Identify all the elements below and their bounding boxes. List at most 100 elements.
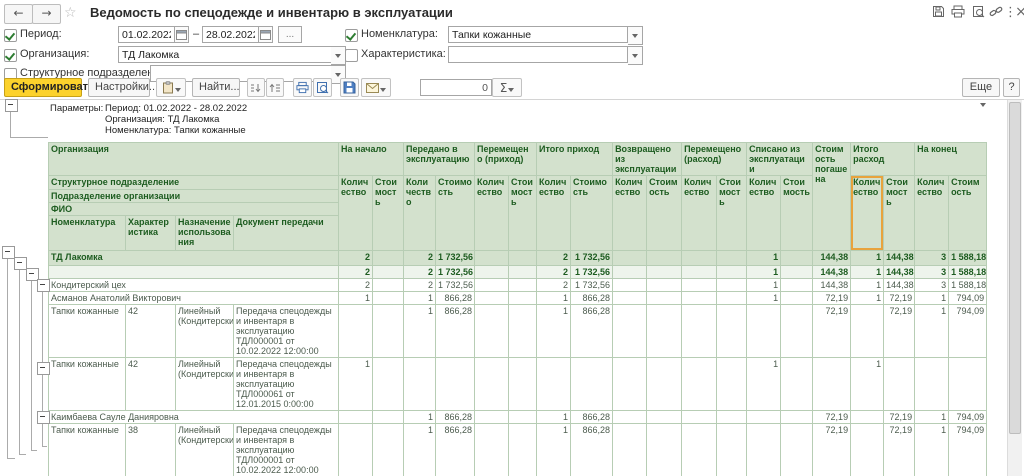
cell-en_s[interactable]: 794,09 (949, 292, 987, 305)
cell-en_q[interactable]: 1 (915, 411, 949, 424)
col-header-ex_q[interactable]: Количество (851, 176, 884, 251)
col-header-in_s[interactable]: Стоимость (571, 176, 613, 251)
cell-ex_s[interactable]: 72,19 (884, 292, 915, 305)
cell-nb_q[interactable] (339, 305, 373, 358)
cell-tr_s[interactable]: 866,28 (436, 292, 475, 305)
more-actions-button[interactable]: Еще (962, 78, 1000, 97)
cell-rt_s[interactable] (647, 292, 682, 305)
cell-dim-1[interactable]: 42 (126, 305, 176, 358)
cell-mo_q[interactable] (682, 266, 717, 279)
cell-mo_q[interactable] (682, 292, 717, 305)
cell-mi_s[interactable] (509, 292, 537, 305)
cell-rt_q[interactable] (613, 305, 647, 358)
collapse-groups-button[interactable] (247, 78, 265, 97)
col-header-dim-0[interactable]: Номенклатура (49, 216, 126, 251)
cell-tr_s[interactable]: 1 732,56 (436, 266, 475, 279)
cell-en_q[interactable] (915, 358, 949, 411)
cell-tr_q[interactable]: 1 (404, 411, 436, 424)
cell-rt_q[interactable] (613, 411, 647, 424)
help-button[interactable]: ? (1003, 78, 1020, 97)
col-header-sub-0[interactable]: Структурное подразделение (49, 176, 339, 190)
cell-in_q[interactable]: 1 (537, 292, 571, 305)
cell-en_s[interactable]: 1 588,18 (949, 279, 987, 292)
cell-mo_q[interactable] (682, 251, 717, 266)
cell-nb_s[interactable] (373, 411, 404, 424)
clipboard-menu-button[interactable] (156, 78, 186, 97)
cell-mi_s[interactable] (509, 411, 537, 424)
cell-mi_s[interactable] (509, 358, 537, 411)
cell-ex_q[interactable]: 1 (851, 292, 884, 305)
characteristic-input[interactable] (448, 46, 628, 63)
period-more-button[interactable]: ... (278, 26, 302, 43)
cell-wo_s[interactable] (781, 411, 813, 424)
print-button[interactable] (950, 5, 966, 21)
cell-rep[interactable]: 144,38 (813, 279, 851, 292)
cell-rt_q[interactable] (613, 279, 647, 292)
cell-wo_s[interactable] (781, 266, 813, 279)
organization-input[interactable] (118, 46, 332, 63)
cell-en_s[interactable]: 1 588,18 (949, 251, 987, 266)
cell-nb_q[interactable]: 1 (339, 358, 373, 411)
cell-mi_s[interactable] (509, 305, 537, 358)
cell-in_s[interactable]: 866,28 (571, 305, 613, 358)
cell-rep[interactable]: 72,19 (813, 305, 851, 358)
cell-rep[interactable]: 72,19 (813, 424, 851, 476)
group-collapse-button-person-3[interactable] (37, 411, 50, 424)
cell-nb_q[interactable]: 2 (339, 266, 373, 279)
cell-in_s[interactable]: 1 732,56 (571, 251, 613, 266)
col-header-in_q[interactable]: Количество (537, 176, 571, 251)
period-checkbox[interactable] (4, 29, 17, 42)
cell-tr_q[interactable]: 1 (404, 424, 436, 476)
cell-dim-2[interactable]: Линейный (Кондитерский) (176, 424, 234, 476)
cell-en_s[interactable]: 794,09 (949, 305, 987, 358)
cell-rt_s[interactable] (647, 411, 682, 424)
cell-ex_s[interactable]: 144,38 (884, 266, 915, 279)
cell-dim-2[interactable]: Линейный (Кондитерский) (176, 305, 234, 358)
cell-mi_q[interactable] (475, 358, 509, 411)
cell-mi_q[interactable] (475, 266, 509, 279)
col-header-organization[interactable]: Организация (49, 143, 339, 176)
cell-wo_s[interactable] (781, 358, 813, 411)
cell-in_q[interactable]: 1 (537, 411, 571, 424)
preview-button[interactable] (970, 5, 986, 21)
cell-en_q[interactable]: 1 (915, 305, 949, 358)
cell-in_q[interactable]: 2 (537, 266, 571, 279)
col-group-header-0[interactable]: На начало (339, 143, 404, 176)
cell-en_s[interactable]: 794,09 (949, 424, 987, 476)
cell-tr_q[interactable]: 2 (404, 266, 436, 279)
cell-ex_s[interactable]: 144,38 (884, 251, 915, 266)
cell-in_s[interactable]: 866,28 (571, 292, 613, 305)
settings-button[interactable]: Настройки... (88, 78, 150, 97)
cell-in_q[interactable] (537, 358, 571, 411)
organization-dropdown-button[interactable] (331, 46, 346, 65)
cell-wo_q[interactable]: 1 (747, 266, 781, 279)
period-from-calendar-button[interactable] (174, 26, 189, 43)
cell-en_q[interactable]: 3 (915, 266, 949, 279)
cell-rep[interactable]: 72,19 (813, 411, 851, 424)
cell-wo_s[interactable] (781, 279, 813, 292)
save-report-button[interactable] (340, 78, 359, 97)
col-header-rt_s[interactable]: Стоимость (647, 176, 682, 251)
cell-in_s[interactable]: 1 732,56 (571, 279, 613, 292)
col-header-sub-1[interactable]: Подразделение организации (49, 190, 339, 203)
cell-mi_s[interactable] (509, 251, 537, 266)
col-header-ex_s[interactable]: Стоимость (884, 176, 915, 251)
cell-nb_q[interactable]: 2 (339, 279, 373, 292)
cell-ex_s[interactable]: 72,19 (884, 305, 915, 358)
cell-nb_q[interactable] (339, 411, 373, 424)
group-collapse-button-person-1[interactable] (37, 279, 50, 292)
cell-mi_q[interactable] (475, 279, 509, 292)
favorite-star-icon[interactable]: ☆ (64, 5, 77, 21)
cell-in_s[interactable]: 866,28 (571, 424, 613, 476)
cell-mo_s[interactable] (717, 411, 747, 424)
cell-tr_q[interactable] (404, 358, 436, 411)
cell-rt_q[interactable] (613, 424, 647, 476)
cell-group-label[interactable]: Кондитерский цех (49, 279, 339, 292)
cell-ex_s[interactable]: 144,38 (884, 279, 915, 292)
characteristic-dropdown-button[interactable] (628, 46, 643, 65)
cell-tr_s[interactable] (436, 358, 475, 411)
cell-nb_s[interactable] (373, 279, 404, 292)
cell-wo_q[interactable]: 1 (747, 358, 781, 411)
col-header-wo_s[interactable]: Стоимость (781, 176, 813, 251)
cell-in_s[interactable]: 1 732,56 (571, 266, 613, 279)
